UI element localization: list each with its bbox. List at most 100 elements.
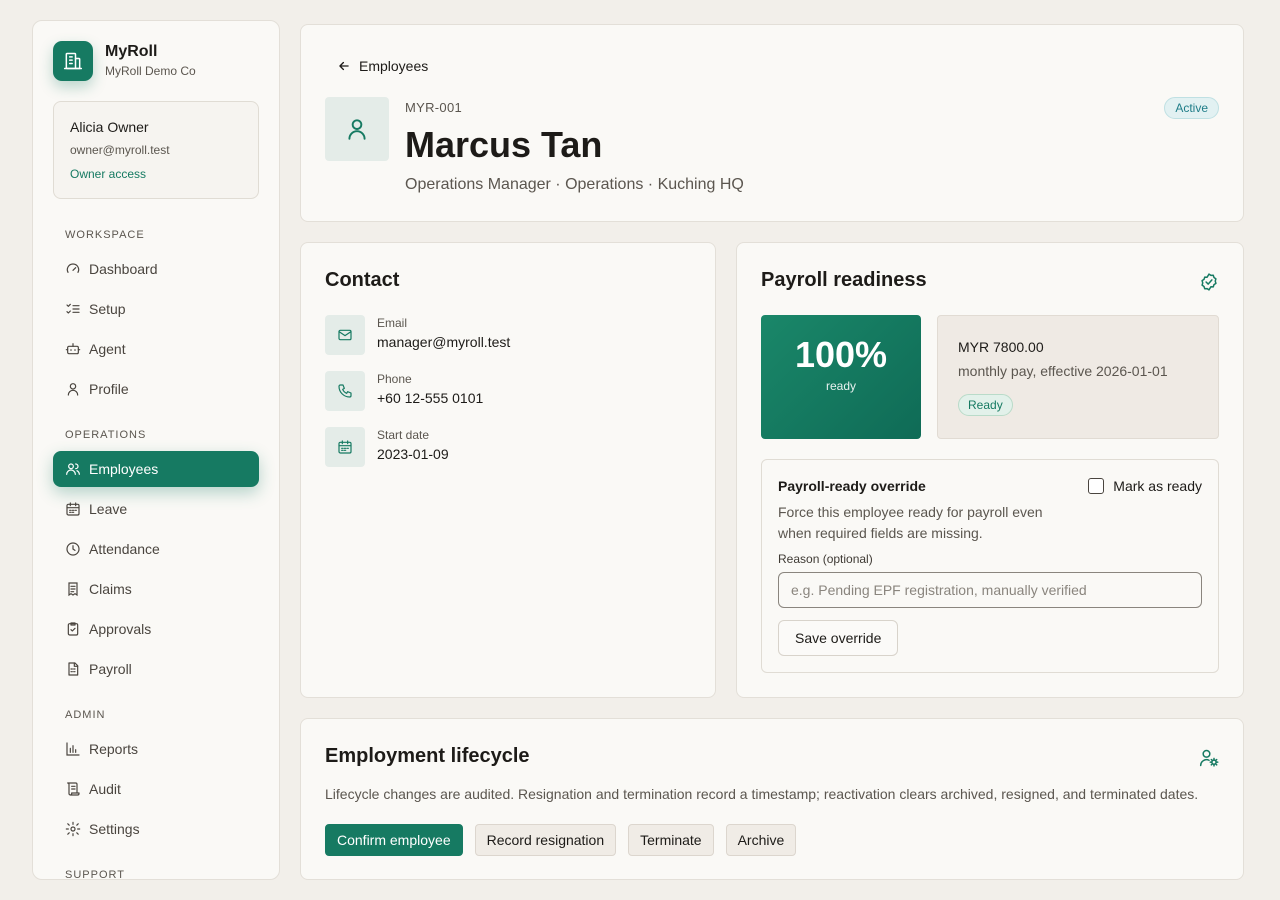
contact-card: Contact Email manager@myroll.test Phone … xyxy=(300,242,716,698)
file-spreadsheet-icon xyxy=(68,662,79,676)
contact-value: 2023-01-09 xyxy=(377,446,449,462)
confirm-employee-button[interactable]: Confirm employee xyxy=(325,824,463,856)
app-name: MyRoll xyxy=(105,43,158,60)
page-title: Marcus Tan xyxy=(405,124,603,165)
pay-amount: MYR 7800.00 xyxy=(958,339,1044,355)
reason-label: Reason (optional) xyxy=(778,552,873,566)
sidebar-item-label: Attendance xyxy=(89,541,160,557)
sidebar-item-label: Employees xyxy=(89,461,159,477)
sidebar-item-label: Dashboard xyxy=(89,261,158,277)
sidebar-item-label: Audit xyxy=(89,781,121,797)
sidebar-item-label: Settings xyxy=(89,821,140,837)
user-icon xyxy=(348,119,366,140)
contact-value: +60 12-555 0101 xyxy=(377,390,484,406)
sidebar-item-approvals[interactable]: Approvals xyxy=(53,611,259,647)
save-override-button[interactable]: Save override xyxy=(778,620,899,656)
section-label-operations: OPERATIONS xyxy=(65,429,147,441)
avatar xyxy=(325,97,389,161)
employee-meta: Operations Manager · Operations · Kuchin… xyxy=(405,176,744,193)
sidebar-item-label: Agent xyxy=(89,341,126,357)
sidebar-item-setup[interactable]: Setup xyxy=(53,291,259,327)
lifecycle-description: Lifecycle changes are audited. Resignati… xyxy=(325,786,1199,802)
contact-title: Contact xyxy=(325,269,400,291)
sidebar-item-payroll[interactable]: Payroll xyxy=(53,651,259,687)
contact-label: Start date xyxy=(377,428,430,442)
bot-icon xyxy=(65,343,81,355)
sidebar-item-leave[interactable]: Leave xyxy=(53,491,259,527)
contact-email: Email manager@myroll.test xyxy=(325,315,510,355)
record-resignation-button[interactable]: Record resignation xyxy=(474,824,617,856)
payroll-title: Payroll readiness xyxy=(761,269,927,291)
override-title: Payroll-ready override xyxy=(778,478,926,494)
phone-icon xyxy=(325,371,365,411)
contact-value: manager@myroll.test xyxy=(377,334,511,350)
pay-summary-tile: MYR 7800.00 monthly pay, effective 2026-… xyxy=(937,315,1219,439)
clipboard-check-icon xyxy=(67,622,79,636)
mark-as-ready-checkbox[interactable]: Mark as ready xyxy=(1088,478,1202,494)
override-panel: Payroll-ready override Force this employ… xyxy=(761,459,1219,673)
sidebar-item-label: Payroll xyxy=(89,661,132,677)
sidebar-item-label: Profile xyxy=(89,381,129,397)
company-name: MyRoll Demo Co xyxy=(105,64,196,78)
payroll-readiness-card: Payroll readiness 100% ready MYR 7800.00… xyxy=(736,242,1244,698)
clock-icon xyxy=(66,542,80,556)
gear-icon xyxy=(65,821,81,837)
user-email: owner@myroll.test xyxy=(70,143,170,157)
section-label-support: SUPPORT xyxy=(65,869,125,880)
sidebar-item-label: Claims xyxy=(89,581,132,597)
contact-label: Email xyxy=(377,316,408,330)
checklist-icon xyxy=(66,303,80,314)
checkbox-box[interactable] xyxy=(1088,478,1105,494)
user-name: Alicia Owner xyxy=(70,119,149,135)
section-label-workspace: WORKSPACE xyxy=(65,229,145,241)
employment-lifecycle-card: Employment lifecycle Lifecycle changes a… xyxy=(300,718,1244,880)
sidebar-item-label: Approvals xyxy=(89,621,152,637)
sidebar-item-label: Leave xyxy=(89,501,128,517)
contact-label: Phone xyxy=(377,372,412,386)
sidebar-item-claims[interactable]: Claims xyxy=(53,571,259,607)
sidebar: MyRoll MyRoll Demo Co Alicia Owner owner… xyxy=(32,20,280,880)
archive-button[interactable]: Archive xyxy=(725,824,797,856)
back-link-label: Employees xyxy=(359,58,429,74)
lifecycle-actions: Confirm employee Record resignation Term… xyxy=(325,824,808,856)
sidebar-item-employees[interactable]: Employees xyxy=(53,451,259,487)
users-icon xyxy=(66,463,80,475)
contact-start-date: Start date 2023-01-09 xyxy=(325,427,449,467)
status-badge: Ready xyxy=(958,394,1013,416)
back-to-employees-link[interactable]: Employees xyxy=(337,58,428,74)
sidebar-item-label: Reports xyxy=(89,741,139,757)
brand: MyRoll MyRoll Demo Co xyxy=(53,41,196,81)
calendar-icon xyxy=(66,502,80,516)
user-icon xyxy=(67,383,79,396)
sidebar-item-settings[interactable]: Settings xyxy=(53,811,259,847)
checkbox-label: Mark as ready xyxy=(1113,478,1202,494)
arrow-left-icon xyxy=(339,61,349,71)
readiness-percent: 100% xyxy=(794,334,888,375)
pay-description: monthly pay, effective 2026-01-01 xyxy=(958,363,1168,379)
sidebar-item-profile[interactable]: Profile xyxy=(53,371,259,407)
sidebar-item-attendance[interactable]: Attendance xyxy=(53,531,259,567)
sidebar-item-agent[interactable]: Agent xyxy=(53,331,259,367)
badge-check-icon xyxy=(1201,273,1217,291)
calendar-icon xyxy=(325,427,365,467)
employee-id: MYR-001 xyxy=(405,100,463,115)
user-cog-icon xyxy=(1199,749,1219,767)
scroll-icon xyxy=(67,782,80,796)
employee-header-card: Employees MYR-001 Marcus Tan Operations … xyxy=(300,24,1244,222)
user-card: Alicia Owner owner@myroll.test Owner acc… xyxy=(53,101,259,199)
building-icon xyxy=(53,41,93,81)
bar-chart-icon xyxy=(66,742,80,756)
terminate-button[interactable]: Terminate xyxy=(628,824,714,856)
sidebar-item-dashboard[interactable]: Dashboard xyxy=(53,251,259,287)
override-description: Force this employee ready for payroll ev… xyxy=(778,504,1043,541)
receipt-icon xyxy=(68,582,78,597)
contact-phone: Phone +60 12-555 0101 xyxy=(325,371,483,411)
lifecycle-title: Employment lifecycle xyxy=(325,745,530,767)
gauge-icon xyxy=(66,263,80,273)
sidebar-item-label: Setup xyxy=(89,301,126,317)
user-access-level: Owner access xyxy=(70,167,147,181)
readiness-percent-tile: 100% ready xyxy=(761,315,921,439)
sidebar-item-reports[interactable]: Reports xyxy=(53,731,259,767)
sidebar-item-audit[interactable]: Audit xyxy=(53,771,259,807)
reason-input[interactable] xyxy=(778,572,1202,608)
